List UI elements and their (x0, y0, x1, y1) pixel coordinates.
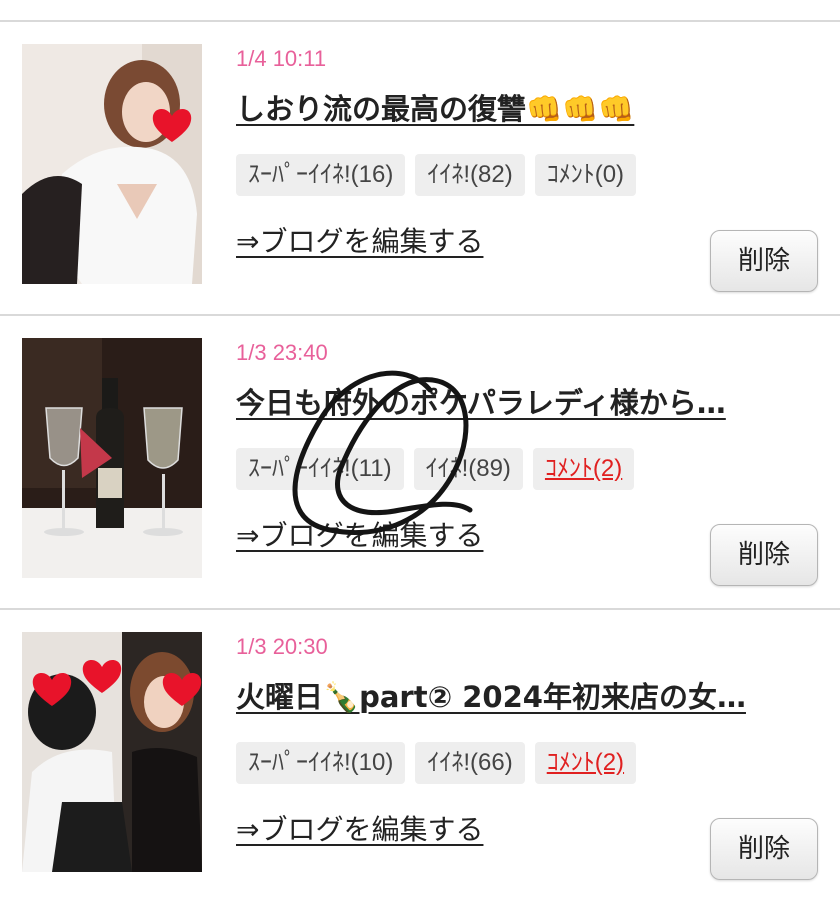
post-date: 1/3 23:40 (236, 340, 328, 365)
comment-link[interactable]: ｺﾒﾝﾄ(2) (532, 448, 635, 490)
post-date: 1/3 20:30 (236, 634, 328, 659)
edit-blog-link[interactable]: ⇒ブログを編集する (236, 808, 483, 848)
post-title-link[interactable]: 今日も府外のポケパラレディ様から… (236, 380, 806, 422)
comment-count: ｺﾒﾝﾄ(0) (534, 154, 637, 196)
delete-button[interactable]: 削除 (710, 818, 818, 880)
comment-link[interactable]: ｺﾒﾝﾄ(2) (534, 742, 637, 784)
thumbnail-photo (22, 632, 202, 872)
post-title-link[interactable]: しおり流の最高の復讐👊👊👊 (236, 86, 806, 128)
thumbnail-photo (22, 338, 202, 578)
post-title-link[interactable]: 火曜日🍾part② 2024年初来店の女… (236, 674, 806, 716)
super-like-count: ｽｰﾊﾟｰｲｲﾈ!(11) (236, 448, 404, 490)
post-date: 1/4 10:11 (236, 46, 327, 71)
blog-entry: 1/3 23:40 今日も府外のポケパラレディ様から… ｽｰﾊﾟｰｲｲﾈ!(11… (0, 316, 840, 610)
delete-button[interactable]: 削除 (710, 230, 818, 292)
blog-thumbnail[interactable] (22, 44, 202, 284)
like-count: ｲｲﾈ!(82) (415, 154, 525, 196)
super-like-count: ｽｰﾊﾟｰｲｲﾈ!(10) (236, 742, 406, 784)
blog-entry: 1/3 20:30 火曜日🍾part② 2024年初来店の女… ｽｰﾊﾟｰｲｲﾈ… (0, 610, 840, 904)
thumbnail-photo (22, 44, 202, 284)
edit-blog-link[interactable]: ⇒ブログを編集する (236, 514, 483, 554)
blog-entry: 1/4 10:11 しおり流の最高の復讐👊👊👊 ｽｰﾊﾟｰｲｲﾈ!(16) ｲｲ… (0, 22, 840, 316)
like-count: ｲｲﾈ!(66) (415, 742, 525, 784)
like-count: ｲｲﾈ!(89) (413, 448, 523, 490)
edit-blog-link[interactable]: ⇒ブログを編集する (236, 220, 483, 260)
blog-thumbnail[interactable] (22, 632, 202, 872)
blog-thumbnail[interactable] (22, 338, 202, 578)
delete-button[interactable]: 削除 (710, 524, 818, 586)
super-like-count: ｽｰﾊﾟｰｲｲﾈ!(16) (236, 154, 406, 196)
